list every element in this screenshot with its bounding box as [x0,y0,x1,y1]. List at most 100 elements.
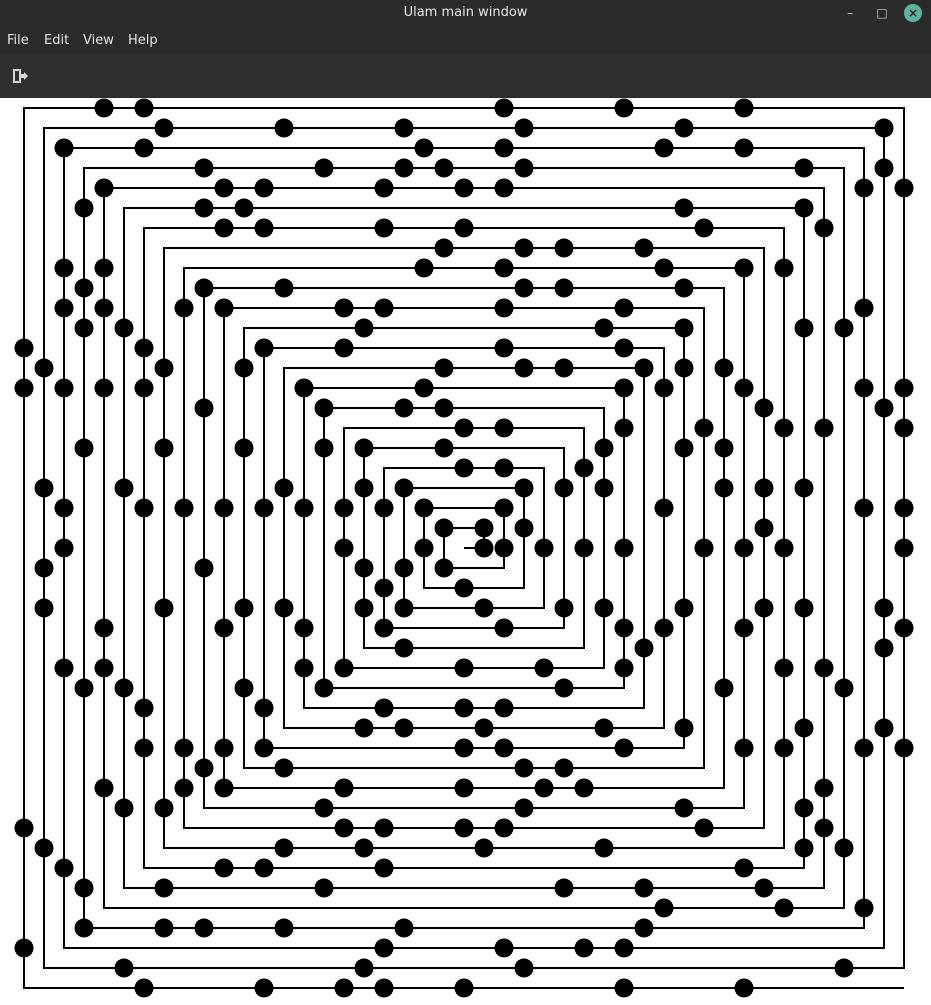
prime-dot [494,298,514,318]
prime-dot [314,158,334,178]
prime-dot [354,438,374,458]
prime-dot [374,178,394,198]
ulam-spiral [14,98,914,998]
prime-dot [454,418,474,438]
prime-dot [274,758,294,778]
prime-dot [714,478,734,498]
prime-dot [774,658,794,678]
prime-dot [774,258,794,278]
prime-dot [494,138,514,158]
prime-dot [654,498,674,518]
prime-dot [514,238,534,258]
prime-dot [514,358,534,378]
prime-dot [894,178,914,198]
prime-dot [834,678,854,698]
prime-dot [314,878,334,898]
prime-dot [214,498,234,518]
prime-dot [54,138,74,158]
prime-dot [854,178,874,198]
prime-dot [754,518,774,538]
prime-dot [214,738,234,758]
prime-dot [654,618,674,638]
prime-dot [894,378,914,398]
window-title: Ulam main window [403,5,528,20]
prime-dot [334,658,354,678]
prime-dot [154,918,174,938]
prime-dot [554,758,574,778]
prime-dot [274,598,294,618]
prime-dot [374,698,394,718]
prime-dot [494,498,514,518]
prime-dot [374,978,394,998]
prime-dot [794,478,814,498]
prime-dot [674,438,694,458]
menu-file[interactable]: File [3,26,33,56]
prime-dot [114,958,134,978]
prime-dot [374,818,394,838]
prime-dot [734,858,754,878]
prime-dot [314,678,334,698]
prime-dot [394,598,414,618]
minimize-button[interactable]: – [840,3,860,23]
prime-dot [634,918,654,938]
prime-dot [94,618,114,638]
prime-dot [534,538,554,558]
prime-dot [214,218,234,238]
prime-dot [594,838,614,858]
prime-dot [334,498,354,518]
prime-dot [314,438,334,458]
close-icon: × [904,4,922,22]
menu-edit[interactable]: Edit [40,26,73,56]
prime-dot [454,818,474,838]
prime-dot [394,918,414,938]
prime-dot [414,498,434,518]
prime-dot [394,718,414,738]
prime-dot [414,258,434,278]
prime-dot [74,278,94,298]
prime-dot [894,498,914,518]
prime-dot [274,278,294,298]
prime-dot [634,238,654,258]
prime-dot [514,958,534,978]
menu-help[interactable]: Help [124,26,162,56]
exit-icon [13,69,28,83]
close-button[interactable]: × [903,3,923,23]
prime-dot [134,138,154,158]
prime-dot [394,398,414,418]
prime-dot [74,198,94,218]
prime-dot [14,938,34,958]
prime-dot [454,658,474,678]
prime-dot [874,398,894,418]
prime-dot [134,498,154,518]
prime-dot [134,738,154,758]
prime-dot [114,798,134,818]
prime-dot [54,658,74,678]
prime-dot [494,738,514,758]
prime-dot [874,158,894,178]
prime-dot [254,698,274,718]
prime-dot [734,378,754,398]
prime-dot [794,318,814,338]
prime-dot [474,518,494,538]
prime-dot [34,478,54,498]
prime-dot [134,378,154,398]
prime-dot [674,198,694,218]
prime-dot [414,538,434,558]
exit-button[interactable] [8,64,32,88]
prime-dot [594,478,614,498]
prime-dot [754,598,774,618]
prime-dot [254,338,274,358]
maximize-button[interactable]: □ [872,3,892,23]
prime-dot [294,498,314,518]
prime-dot [574,938,594,958]
prime-dot [394,478,414,498]
menu-view[interactable]: View [79,26,118,56]
prime-dot [274,838,294,858]
prime-dot [614,658,634,678]
prime-dot [354,318,374,338]
prime-dot [234,358,254,378]
prime-dot [94,178,114,198]
prime-dot [194,278,214,298]
prime-dot [434,358,454,378]
prime-dot [154,358,174,378]
